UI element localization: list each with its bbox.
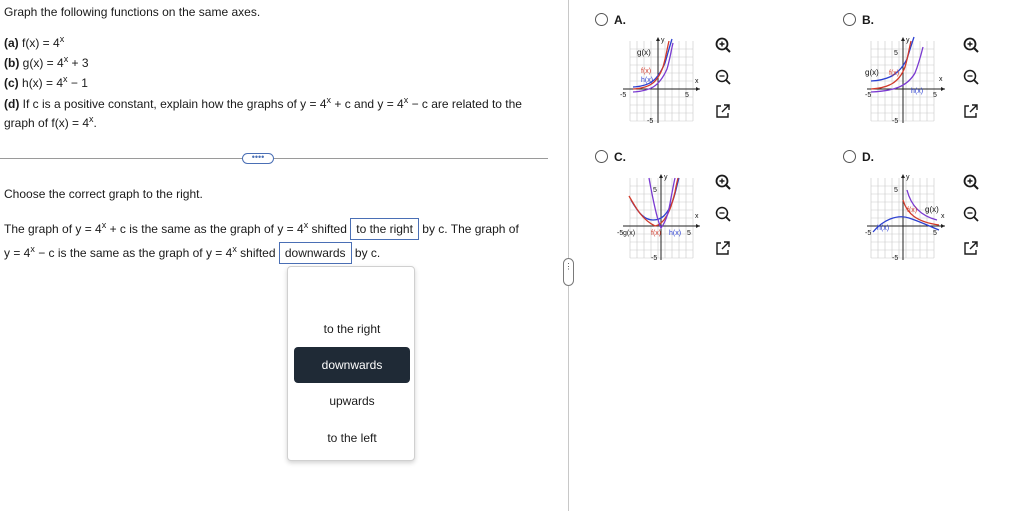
graph-c-label-h: h(x) <box>669 230 681 237</box>
graph-a-y-axis-label: y <box>661 37 665 44</box>
graph-c-tick-neg: -5 <box>617 230 623 237</box>
radio-choice-b[interactable] <box>843 13 856 26</box>
graph-c-ytick-pos: 5 <box>653 187 657 194</box>
graph-c-y-axis-label: y <box>664 174 668 181</box>
graph-d-tick-pos: 5 <box>933 230 937 237</box>
graph-choice-d: f(x) g(x) h(x) y x 5 -5 5 -5 <box>865 174 945 260</box>
zoom-in-icon[interactable] <box>961 35 981 55</box>
graph-c-label-g: g(x) <box>623 230 635 237</box>
choice-d-label: D. <box>862 150 874 164</box>
graph-b-label-f: f(x) <box>889 70 899 77</box>
divider-drag-handle[interactable]: ⋮ <box>563 258 574 286</box>
graph-c-ytick-neg: -5 <box>651 255 657 260</box>
more-button[interactable]: •••• <box>242 153 274 164</box>
zoom-in-icon[interactable] <box>713 35 733 55</box>
graph-choice-a: g(x) f(x) h(x) y x 5 -5 -5 <box>620 37 700 123</box>
graph-b-label-h: h(x) <box>911 88 923 95</box>
zoom-out-icon[interactable] <box>961 67 981 87</box>
menu-option-downwards[interactable]: downwards <box>294 347 410 383</box>
zoom-out-icon[interactable] <box>713 204 733 224</box>
menu-option-to-the-left[interactable]: to the left <box>294 420 410 456</box>
graph-d-label-h: h(x) <box>877 225 889 232</box>
part-d-line2: graph of f(x) = 4x. <box>4 114 97 131</box>
menu-option-upwards[interactable]: upwards <box>294 383 410 419</box>
panel-divider <box>568 0 569 511</box>
answer-sentence-1: The graph of y = 4x + c is the same as t… <box>4 218 519 240</box>
graph-a-tick-neg: -5 <box>620 92 626 99</box>
graph-choice-b: g(x) f(x) h(x) y x 5 -5 5 -5 <box>865 36 945 123</box>
graph-d-tick-neg: -5 <box>865 230 871 237</box>
graph-d-ytick-neg: -5 <box>892 255 898 260</box>
graph-c-tick-pos: 5 <box>687 230 691 237</box>
open-new-window-icon[interactable] <box>713 238 733 258</box>
radio-choice-d[interactable] <box>843 150 856 163</box>
answer-sentence-2: y = 4x − c is the same as the graph of y… <box>4 242 380 264</box>
section-divider <box>0 158 548 159</box>
choice-b-label: B. <box>862 13 874 27</box>
graph-a-label-g: g(x) <box>637 48 651 57</box>
graph-b-y-axis-label: y <box>906 37 910 44</box>
graph-b-ytick-neg: -5 <box>892 118 898 123</box>
zoom-in-icon[interactable] <box>961 172 981 192</box>
open-new-window-icon[interactable] <box>961 101 981 121</box>
graph-a-x-axis-label: x <box>695 78 699 85</box>
graph-d-label-g: g(x) <box>925 205 939 214</box>
menu-option-to-the-right[interactable]: to the right <box>294 311 410 347</box>
graph-a-tick-pos: 5 <box>685 92 689 99</box>
graph-choice-c: g(x) f(x) h(x) y x 5 -5 5 -5 <box>617 174 700 260</box>
zoom-in-icon[interactable] <box>713 172 733 192</box>
graph-a-label-f: f(x) <box>641 68 651 75</box>
graph-d-ytick-pos: 5 <box>894 187 898 194</box>
graph-b-tick-neg: -5 <box>865 92 871 99</box>
choice-c-label: C. <box>614 150 626 164</box>
shift-dropdown-1[interactable]: to the right <box>350 218 419 240</box>
choice-a-label: A. <box>614 13 626 27</box>
graph-b-label-g: g(x) <box>865 68 879 77</box>
open-new-window-icon[interactable] <box>961 238 981 258</box>
graph-b-tick-pos: 5 <box>933 92 937 99</box>
radio-choice-c[interactable] <box>595 150 608 163</box>
radio-choice-a[interactable] <box>595 13 608 26</box>
zoom-out-icon[interactable] <box>961 204 981 224</box>
zoom-out-icon[interactable] <box>713 67 733 87</box>
graph-a-ytick-neg: -5 <box>647 118 653 123</box>
part-c: (c) h(x) = 4x − 1 <box>4 74 88 91</box>
graph-c-x-axis-label: x <box>695 213 699 220</box>
question-prompt: Graph the following functions on the sam… <box>4 5 261 19</box>
graph-d-x-axis-label: x <box>941 213 945 220</box>
part-a: (a) f(x) = 4x <box>4 34 65 51</box>
graph-a-label-h: h(x) <box>641 77 653 84</box>
graph-d-label-f: f(x) <box>907 207 917 214</box>
part-b: (b) g(x) = 4x + 3 <box>4 54 89 71</box>
graph-b-x-axis-label: x <box>939 76 943 83</box>
question-panel: Graph the following functions on the sam… <box>0 0 552 511</box>
instruction: Choose the correct graph to the right. <box>4 187 203 201</box>
graph-b-ytick-pos: 5 <box>894 50 898 57</box>
graph-d-y-axis-label: y <box>906 174 910 181</box>
shift-dropdown-2[interactable]: downwards <box>278 242 352 264</box>
part-d: (d) If c is a positive constant, explain… <box>4 95 522 112</box>
graph-c-label-f: f(x) <box>651 230 661 237</box>
dropdown-menu: to the right downwards upwards to the le… <box>287 266 415 461</box>
open-new-window-icon[interactable] <box>713 101 733 121</box>
